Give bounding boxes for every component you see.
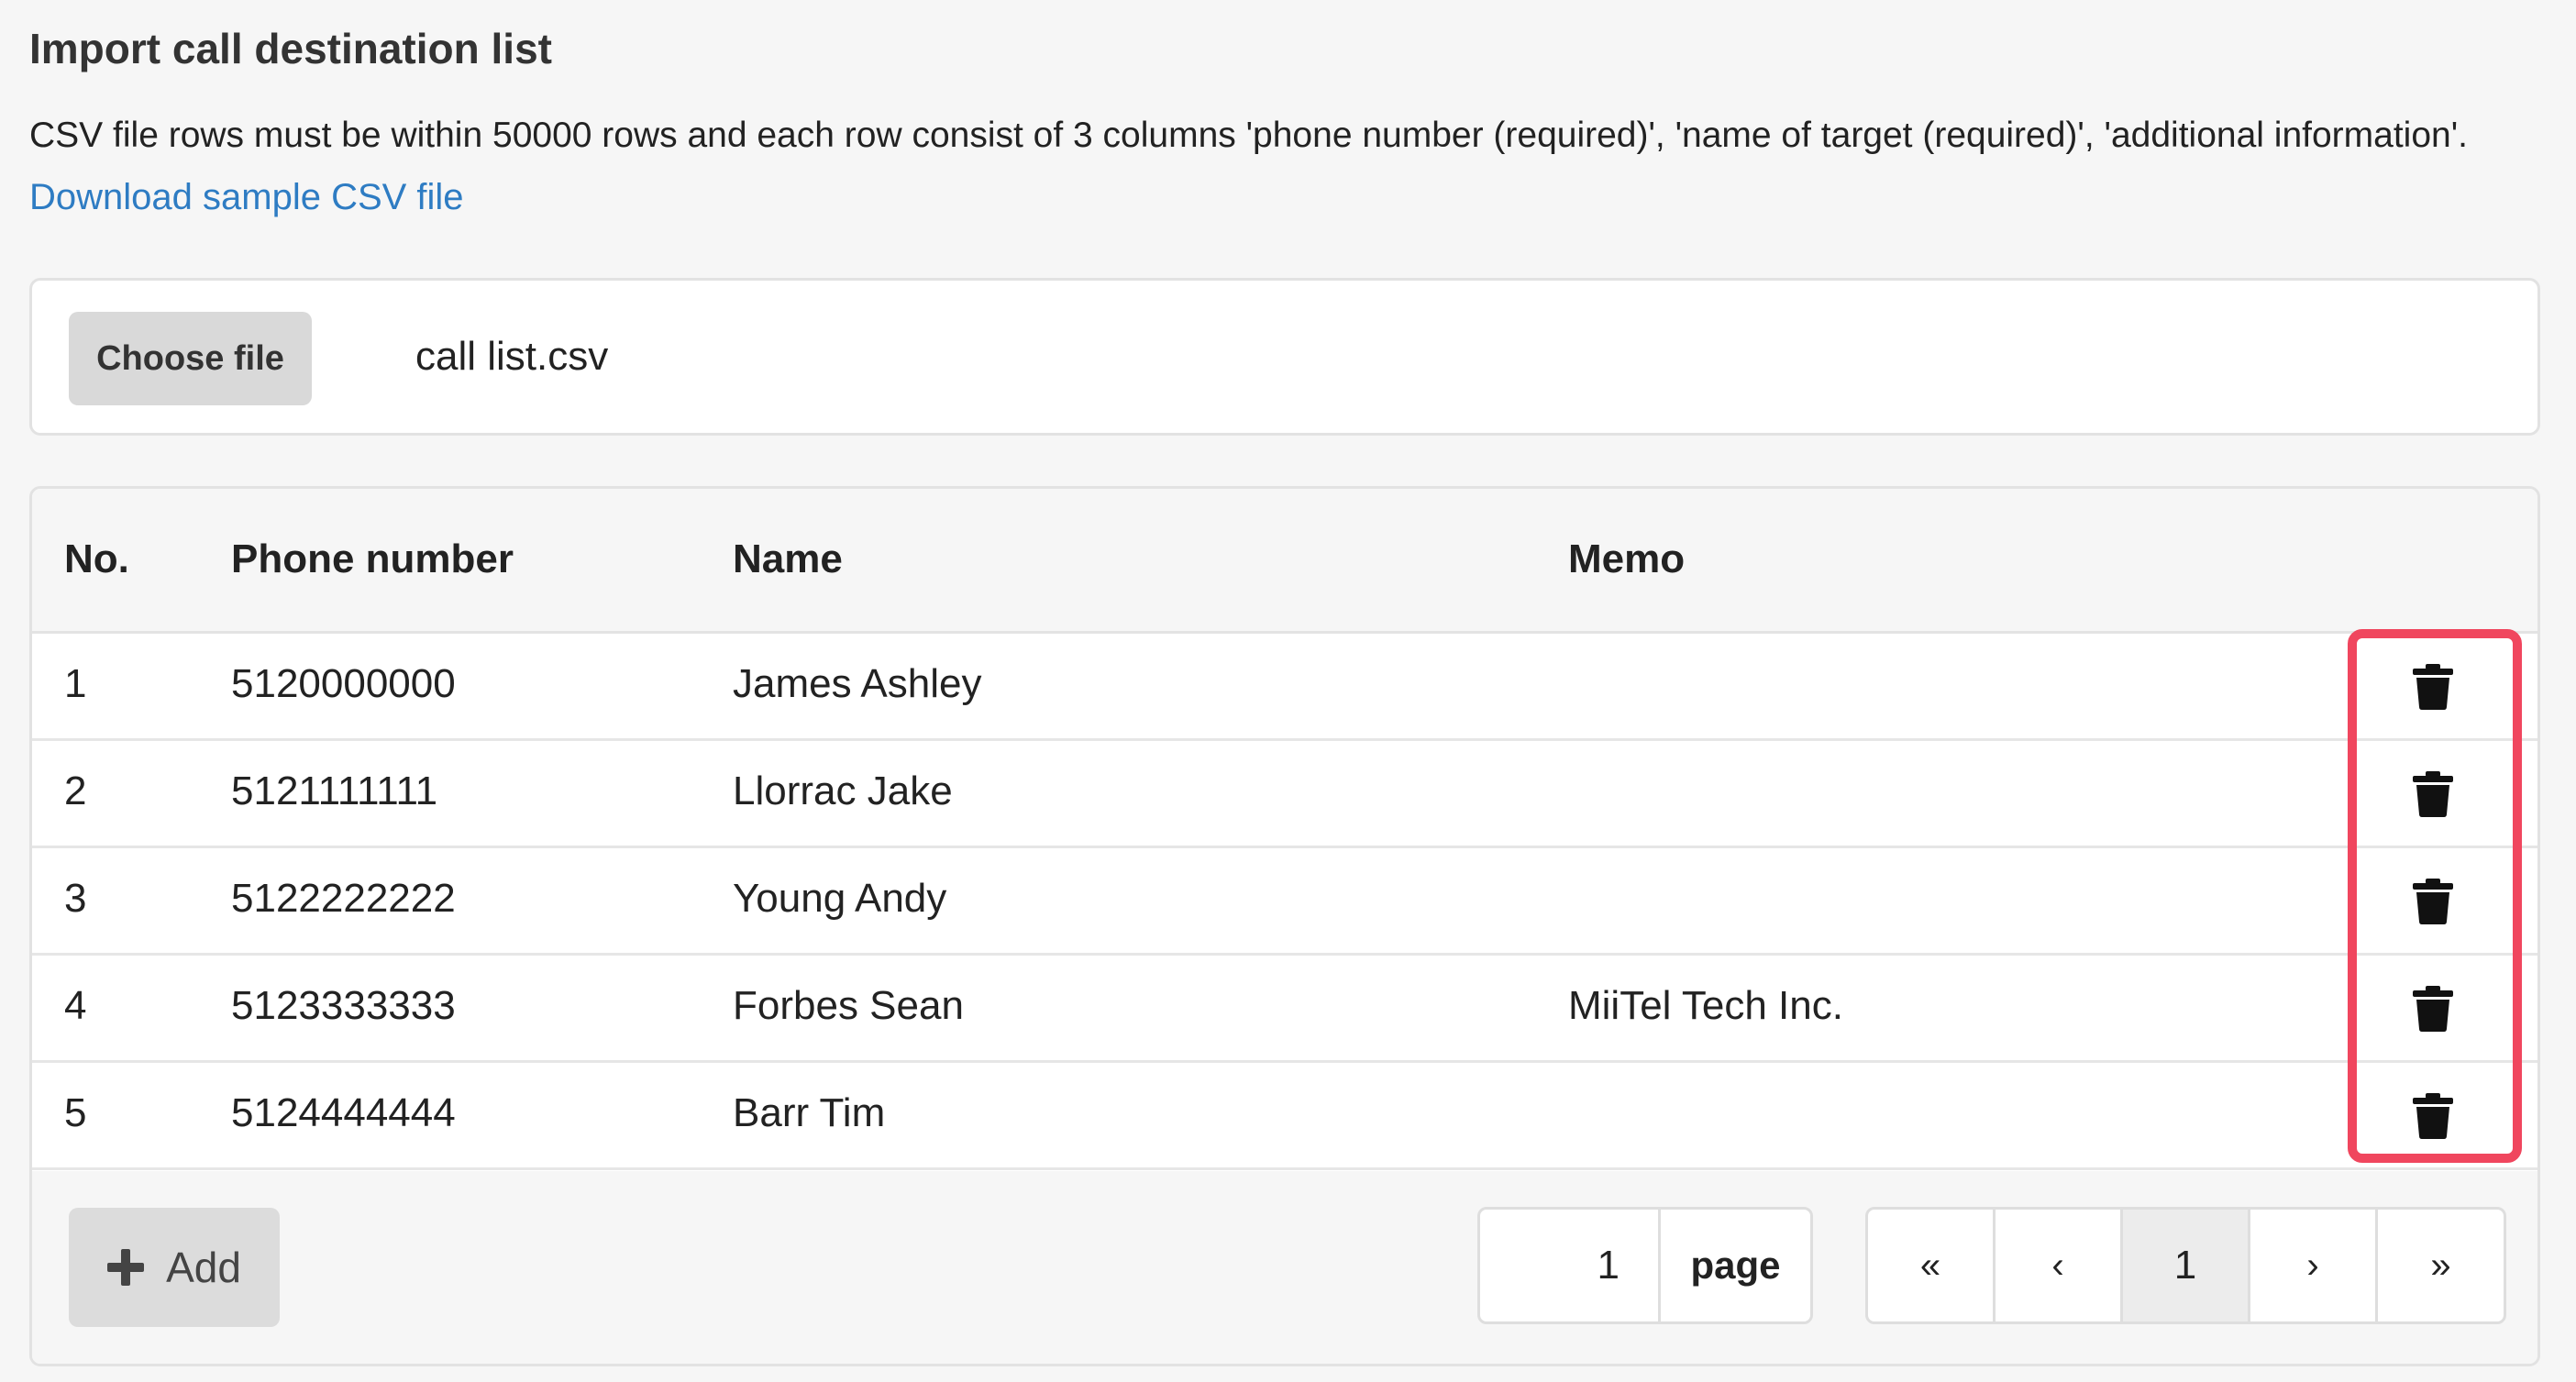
trash-icon[interactable] — [2413, 986, 2453, 1032]
column-header-name: Name — [733, 536, 843, 581]
page-number-input[interactable]: 1 — [1480, 1210, 1661, 1321]
table-row: 1 5120000000 James Ashley — [32, 634, 2537, 741]
csv-requirements-text: CSV file rows must be within 50000 rows … — [29, 116, 2468, 155]
prev-page-button[interactable]: ‹ — [1996, 1210, 2123, 1321]
row-number: 2 — [64, 768, 87, 813]
row-phone-number: 5122222222 — [231, 876, 456, 921]
row-name: Forbes Sean — [733, 983, 964, 1028]
row-memo: MiiTel Tech Inc. — [1568, 983, 1843, 1028]
row-number: 3 — [64, 876, 87, 921]
destination-table: No. Phone number Name Memo 1 5120000000 … — [29, 486, 2540, 1366]
choose-file-button[interactable]: Choose file — [69, 312, 312, 405]
table-header: No. Phone number Name Memo — [32, 489, 2537, 634]
add-button-label: Add — [166, 1244, 241, 1291]
row-name: James Ashley — [733, 661, 982, 706]
page-jump: 1 page — [1477, 1207, 1813, 1324]
download-sample-csv-link[interactable]: Download sample CSV file — [29, 177, 464, 218]
trash-icon[interactable] — [2413, 1093, 2453, 1139]
last-page-button[interactable]: » — [2378, 1210, 2504, 1321]
file-picker-card: Choose file call list.csv — [29, 278, 2540, 436]
table-row: 4 5123333333 Forbes Sean MiiTel Tech Inc… — [32, 956, 2537, 1063]
row-phone-number: 5123333333 — [231, 983, 456, 1028]
row-number: 4 — [64, 983, 87, 1028]
pagination: « ‹ 1 › » — [1865, 1207, 2506, 1324]
row-number: 1 — [64, 661, 87, 706]
table-row: 5 5124444444 Barr Tim — [32, 1063, 2537, 1170]
row-name: Barr Tim — [733, 1090, 886, 1135]
page-label: page — [1690, 1244, 1781, 1287]
trash-icon[interactable] — [2413, 771, 2453, 817]
current-page-button[interactable]: 1 — [2123, 1210, 2250, 1321]
row-phone-number: 5120000000 — [231, 661, 456, 706]
row-number: 5 — [64, 1090, 87, 1135]
column-header-memo: Memo — [1568, 536, 1686, 581]
row-name: Young Andy — [733, 876, 947, 921]
trash-icon[interactable] — [2413, 879, 2453, 924]
row-phone-number: 5121111111 — [231, 768, 438, 813]
table-row: 3 5122222222 Young Andy — [32, 848, 2537, 956]
add-row-button[interactable]: Add — [69, 1208, 280, 1327]
next-page-button[interactable]: › — [2250, 1210, 2378, 1321]
table-footer: Add 1 page « ‹ 1 › » — [32, 1171, 2537, 1364]
selected-file-name: call list.csv — [415, 334, 609, 379]
row-phone-number: 5124444444 — [231, 1090, 456, 1135]
trash-icon[interactable] — [2413, 664, 2453, 710]
page-title: Import call destination list — [29, 25, 552, 72]
plus-icon — [107, 1249, 145, 1286]
table-row: 2 5121111111 Llorrac Jake — [32, 741, 2537, 848]
import-call-list-panel: Import call destination list CSV file ro… — [0, 0, 2576, 1382]
column-header-phone-number: Phone number — [231, 536, 514, 581]
column-header-no: No. — [64, 536, 129, 581]
row-name: Llorrac Jake — [733, 768, 953, 813]
first-page-button[interactable]: « — [1868, 1210, 1996, 1321]
